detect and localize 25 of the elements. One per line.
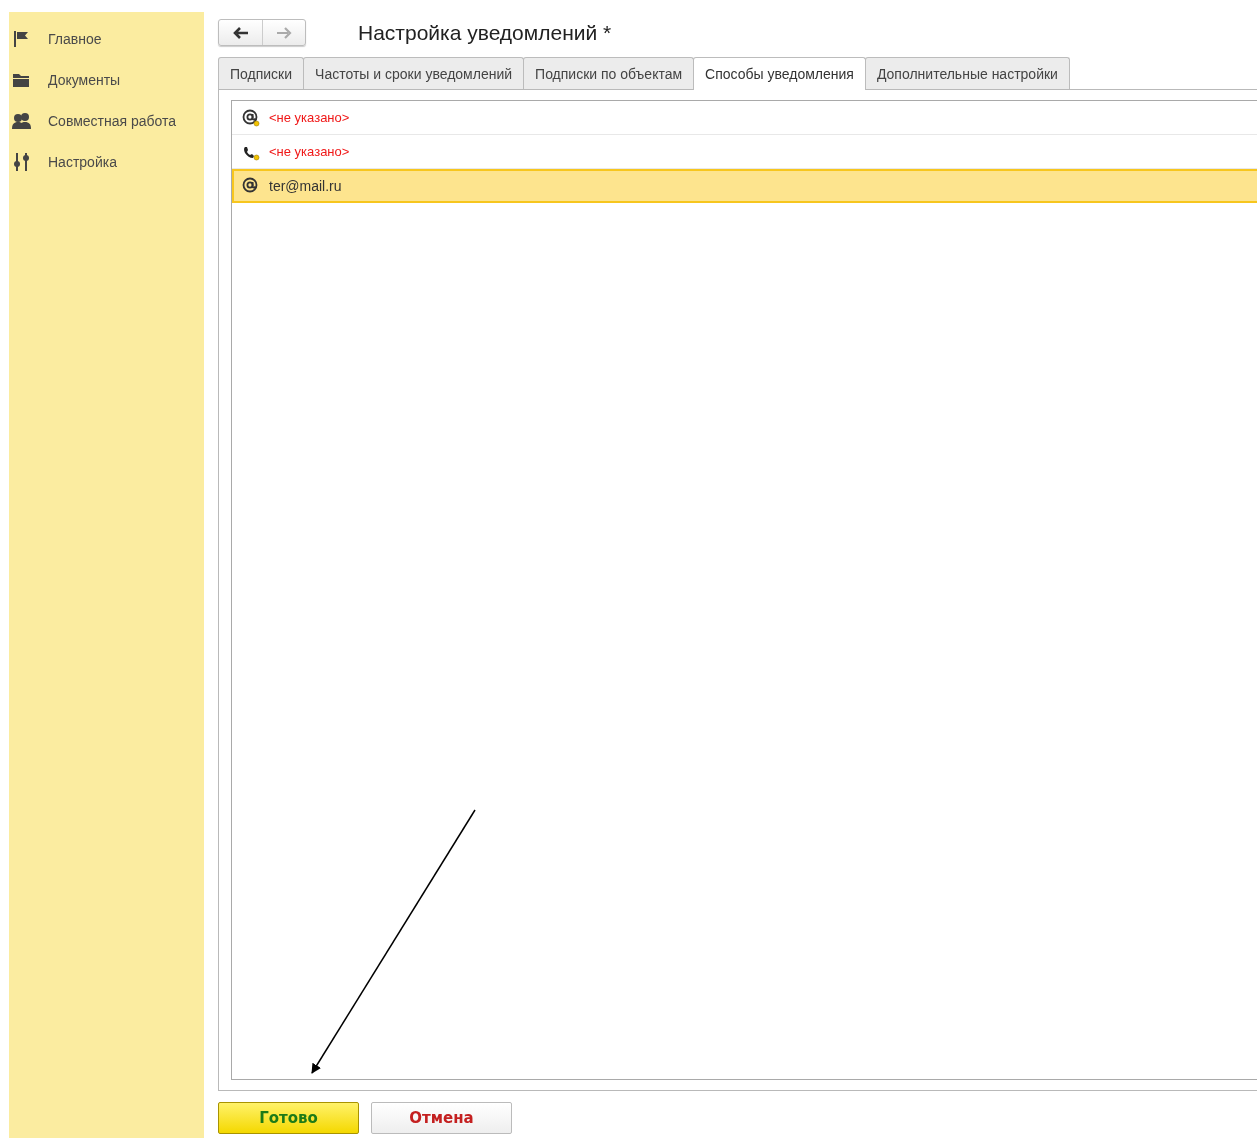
done-button[interactable]: Готово xyxy=(218,1102,359,1134)
list-row[interactable]: ter@mail.ru xyxy=(232,169,1257,203)
tab[interactable]: Подписки по объектам xyxy=(523,57,695,89)
flag-icon xyxy=(12,29,30,48)
sidebar-item[interactable]: Главное xyxy=(48,30,102,47)
contact-text: ter@mail.ru xyxy=(269,178,342,194)
tab[interactable]: Дополнительные настройки xyxy=(864,57,1070,89)
sidebar-item[interactable]: Документы xyxy=(48,71,121,88)
folder-icon xyxy=(12,71,30,88)
contact-text: <не указано> xyxy=(269,110,350,125)
sliders-icon xyxy=(12,151,30,172)
at-sign-icon xyxy=(242,108,260,127)
contact-text: <не указано> xyxy=(269,144,350,159)
sidebar-item[interactable]: Настройка xyxy=(48,153,117,170)
tab[interactable]: Способы уведомления xyxy=(693,57,866,90)
list-row[interactable]: <не указано> xyxy=(232,101,1257,135)
tab[interactable]: Подписки xyxy=(218,57,305,89)
tab[interactable]: Частоты и сроки уведомлений xyxy=(303,57,525,89)
at-sign-icon xyxy=(242,177,260,195)
right-arrow-icon xyxy=(276,26,292,39)
cancel-button[interactable]: Отмена xyxy=(371,1102,512,1134)
sidebar-item[interactable]: Совместная работа xyxy=(48,112,177,129)
people-icon xyxy=(12,111,32,130)
left-arrow-icon xyxy=(232,26,249,39)
form-title: Настройка уведомлений * xyxy=(358,20,612,45)
